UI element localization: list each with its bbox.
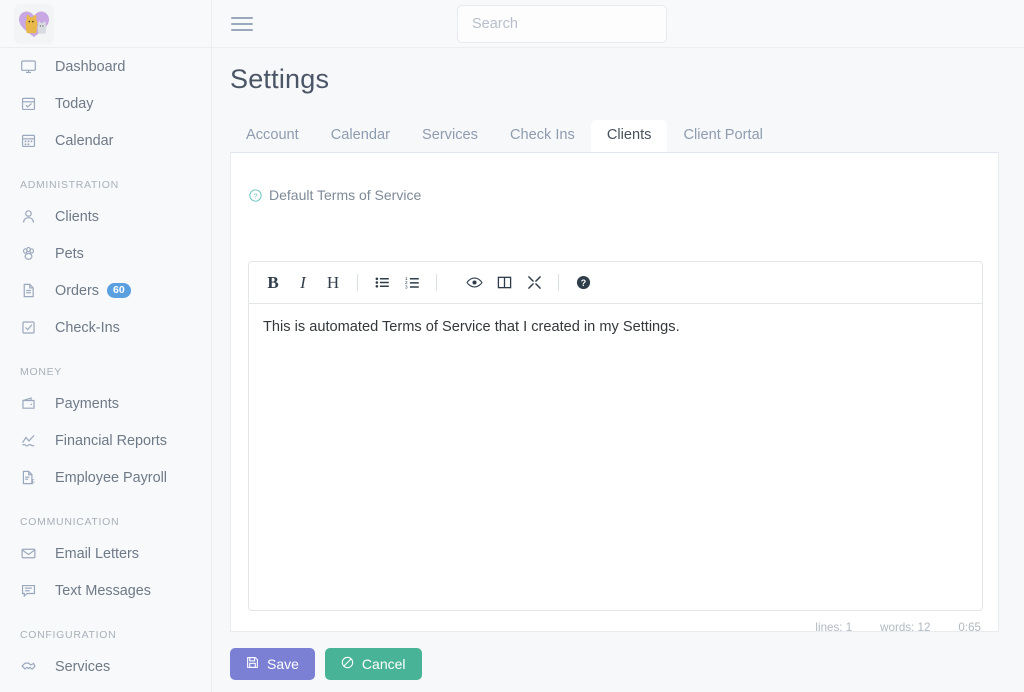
document-icon [20,281,42,301]
document-dollar-icon: $ [20,468,42,488]
sidebar-item-label: Dashboard [55,58,126,75]
user-icon [20,207,42,227]
search-input[interactable] [457,5,667,43]
paw-icon [20,244,42,264]
sidebar-item-label: Calendar [55,132,114,149]
sidebar-item-label: Today [55,95,94,112]
dog-cat-heart-logo[interactable] [14,3,54,44]
chart-line-icon [20,431,42,451]
tab-services[interactable]: Services [406,120,494,152]
sidebar-item-pets[interactable]: Pets [0,235,211,272]
sidebar-item-financial-reports[interactable]: Financial Reports [0,422,211,459]
sidebar-item-payments[interactable]: Payments [0,385,211,422]
save-button[interactable]: Save [230,648,315,680]
side-by-side-button[interactable] [489,268,519,298]
calendar-check-icon [20,94,42,114]
svg-text:$: $ [31,478,35,485]
toolbar-separator [558,274,559,291]
sidebar-item-label: Text Messages [55,582,151,599]
editor-text-area[interactable]: This is automated Terms of Service that … [249,304,982,352]
sidebar-item-label: Orders [55,282,99,299]
svg-text:3: 3 [405,284,408,289]
status-lines: lines: 1 [815,621,853,634]
sidebar-item-label: Pets [55,245,84,262]
unordered-list-button[interactable] [367,268,397,298]
toolbar-separator [357,274,358,291]
help-button[interactable]: ? [568,268,598,298]
sidebar-item-today[interactable]: Today [0,85,211,122]
fullscreen-button[interactable] [519,268,549,298]
terms-of-service-label-row: ? Default Terms of Service [249,187,421,203]
sidebar-item-clients[interactable]: Clients [0,198,211,235]
sidebar-section-configuration: CONFIGURATION [20,629,117,641]
question-circle-icon[interactable]: ? [249,188,262,202]
status-words: words: 12 [880,621,931,634]
page-title: Settings [230,64,330,94]
checkbox-icon [20,318,42,338]
main-content: Settings Account Calendar Services Check… [212,48,1024,692]
sidebar-item-label: Clients [55,208,99,225]
terms-of-service-label: Default Terms of Service [269,187,422,203]
sidebar-section-money: MONEY [20,366,63,378]
save-button-label: Save [267,656,299,672]
cancel-button[interactable]: Cancel [324,648,422,680]
settings-card: ? Default Terms of Service B I H 1 2 3 ?… [230,152,999,634]
sidebar-item-dashboard[interactable]: Dashboard [0,48,211,85]
monitor-icon [20,57,42,77]
ban-icon [341,656,354,672]
sidebar-item-label: Financial Reports [55,432,167,449]
hamburger-menu-icon[interactable] [231,14,253,34]
sidebar-section-administration: ADMINISTRATION [20,179,119,191]
floppy-disk-icon [246,656,259,672]
tab-client-portal[interactable]: Client Portal [667,120,779,152]
cancel-button-label: Cancel [361,656,406,672]
sidebar-item-employee-payroll[interactable]: $ Employee Payroll [0,459,211,496]
editor-status-bar: lines: 1 words: 12 0:65 [248,621,983,634]
italic-button[interactable]: I [288,268,318,298]
sidebar-item-label: Payments [55,395,119,412]
tab-account[interactable]: Account [230,120,315,152]
svg-text:?: ? [253,191,257,200]
sidebar-item-label: Check-Ins [55,319,120,336]
sidebar: Dashboard Today Calendar ADMINISTRATION … [0,0,212,692]
tab-calendar[interactable]: Calendar [315,120,406,152]
sidebar-group-main: Dashboard Today Calendar [0,48,211,159]
sidebar-item-label: Services [55,658,111,675]
bold-button[interactable]: B [258,268,288,298]
topbar [212,0,1024,48]
status-cursor: 0:65 [958,621,981,634]
sidebar-item-text-messages[interactable]: Text Messages [0,572,211,609]
sidebar-item-services[interactable]: Services [0,648,211,685]
orders-badge: 60 [106,282,131,299]
wallet-icon [20,394,42,414]
calendar-icon [20,131,42,151]
envelope-icon [20,544,42,564]
tab-check-ins[interactable]: Check Ins [494,120,591,152]
sidebar-item-calendar[interactable]: Calendar [0,122,211,159]
preview-button[interactable] [459,268,489,298]
sidebar-section-communication: COMMUNICATION [20,516,120,528]
message-icon [20,581,42,601]
toolbar-separator [436,274,437,291]
sidebar-item-label: Email Letters [55,545,139,562]
markdown-editor: B I H 1 2 3 ? This is automated Terms of… [248,261,983,611]
svg-text:?: ? [580,278,585,288]
logo-area[interactable] [0,0,211,48]
ordered-list-button[interactable]: 1 2 3 [397,268,427,298]
tab-clients[interactable]: Clients [590,120,668,152]
sidebar-item-label: Employee Payroll [55,469,167,486]
sidebar-item-email-letters[interactable]: Email Letters [0,535,211,572]
heading-button[interactable]: H [318,268,348,298]
handshake-icon [20,657,42,677]
editor-toolbar: B I H 1 2 3 ? [249,262,982,304]
form-actions: Save Cancel [230,648,422,680]
settings-tabs: Account Calendar Services Check Ins Clie… [230,118,999,152]
sidebar-item-check-ins[interactable]: Check-Ins [0,309,211,346]
sidebar-item-orders[interactable]: Orders 60 [0,272,211,309]
